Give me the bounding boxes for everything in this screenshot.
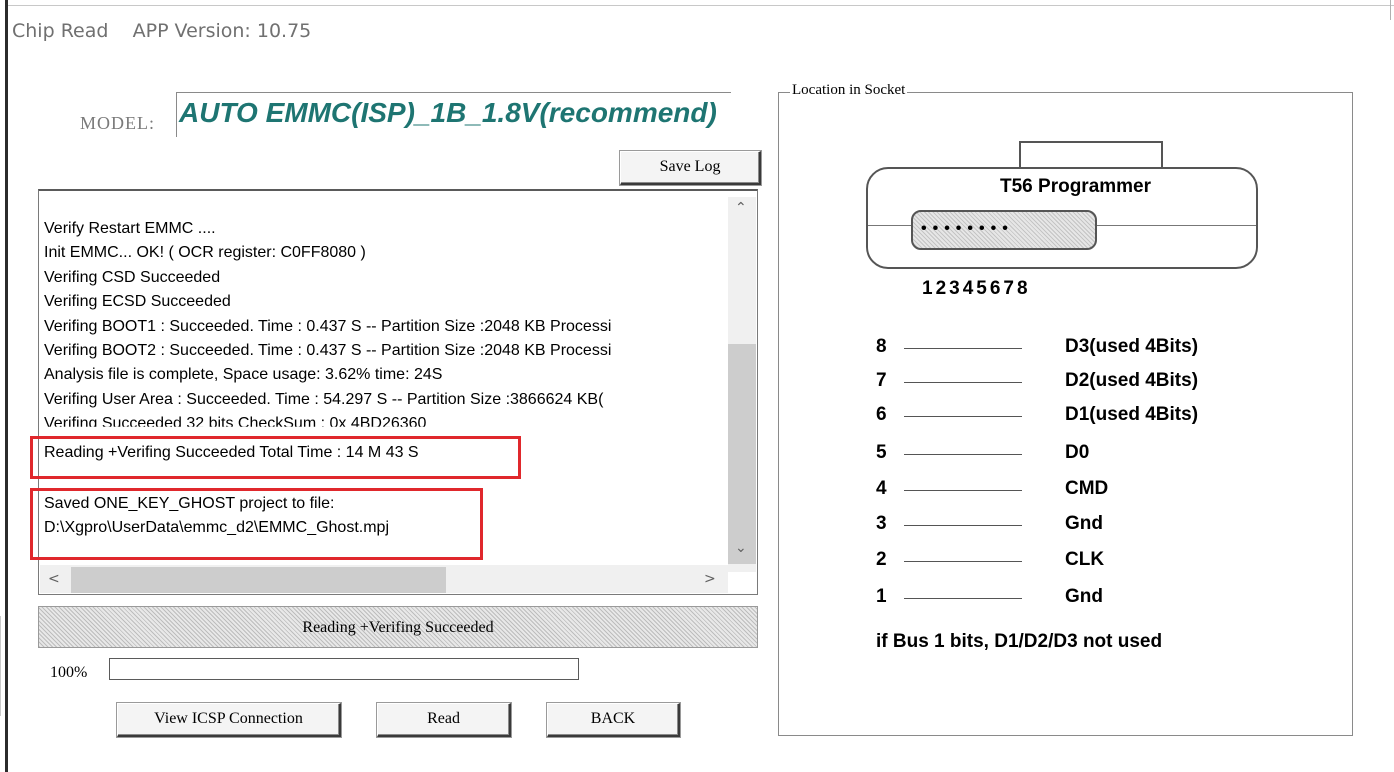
pin-label: D2(used 4Bits)	[1065, 370, 1199, 391]
status-bar: Reading +Verifing Succeeded	[38, 606, 758, 648]
log-line: Verifing BOOT2 : Succeeded. Time : 0.437…	[44, 342, 612, 359]
pin-connector-line	[904, 382, 1022, 383]
pin-connector-line	[904, 416, 1022, 417]
socket-pin-dots: ••••••••	[921, 220, 1014, 237]
progress-percent: 100%	[50, 664, 88, 681]
log-horizontal-scroll-thumb[interactable]	[71, 567, 446, 593]
model-value: AUTO EMMC(ISP)_1B_1.8V(recommend)	[179, 97, 717, 128]
pin-number: 4	[876, 478, 887, 499]
pin-connector-line	[904, 561, 1022, 562]
progress-bar	[109, 658, 579, 680]
pin-number: 7	[876, 370, 887, 391]
programmer-name: T56 Programmer	[1000, 176, 1152, 197]
scroll-left-icon[interactable]: <	[48, 571, 60, 587]
log-line: Verifing User Area : Succeeded. Time : 5…	[44, 391, 604, 408]
window-title: Chip Read APP Version: 10.75	[12, 20, 311, 42]
model-field: AUTO EMMC(ISP)_1B_1.8V(recommend)	[176, 92, 731, 137]
highlight-saved-project	[30, 488, 483, 560]
pin-label: D0	[1065, 442, 1090, 463]
socket-pin-numbers: 12345678	[922, 278, 1031, 299]
log-vertical-scroll-thumb[interactable]	[728, 344, 756, 564]
window-top-border	[8, 5, 1394, 6]
log-line: Verifing CSD Succeeded	[44, 269, 221, 286]
save-log-button[interactable]: Save Log	[620, 151, 761, 185]
window-right-edge	[1390, 0, 1391, 20]
pin-number: 1	[876, 586, 887, 607]
pin-connector-line	[904, 598, 1022, 599]
programmer-top-tab	[1019, 141, 1163, 169]
pin-number: 2	[876, 549, 887, 570]
pin-connector-line	[904, 490, 1022, 491]
status-message: Reading +Verifing Succeeded	[302, 619, 494, 636]
pin-label: Gnd	[1065, 513, 1103, 534]
log-line: Verifing ECSD Succeeded	[44, 293, 231, 310]
bus-width-note: if Bus 1 bits, D1/D2/D3 not used	[876, 631, 1163, 652]
pin-label: D3(used 4Bits)	[1065, 336, 1199, 357]
view-icsp-connection-button[interactable]: View ICSP Connection	[117, 703, 341, 737]
pin-number: 6	[876, 404, 887, 425]
model-label: MODEL:	[80, 113, 155, 133]
pin-connector-line	[904, 348, 1022, 349]
pin-number: 8	[876, 336, 887, 357]
window-title-text: Chip Read	[12, 20, 109, 42]
highlight-total-time	[30, 436, 521, 479]
log-line: Analysis file is complete, Space usage: …	[44, 366, 443, 383]
scroll-down-icon[interactable]: ⌄	[735, 540, 747, 556]
log-line: Verifing Succeeded 32 bits CheckSum : 0x…	[44, 415, 427, 432]
log-line: Verify Restart EMMC ....	[44, 220, 216, 237]
back-button[interactable]: BACK	[547, 703, 680, 737]
pin-connector-line	[904, 454, 1022, 455]
scroll-up-icon[interactable]: ⌃	[735, 200, 747, 216]
app-version: APP Version: 10.75	[132, 20, 312, 42]
log-line: Init EMMC... OK! ( OCR register: C0FF808…	[44, 244, 366, 261]
scroll-right-icon[interactable]: >	[704, 571, 716, 587]
pin-label: Gnd	[1065, 586, 1103, 607]
pin-label: D1(used 4Bits)	[1065, 404, 1199, 425]
window-edge-line	[0, 616, 1, 716]
pin-label: CMD	[1065, 478, 1109, 499]
pin-number: 5	[876, 442, 887, 463]
progress-fill	[110, 659, 578, 679]
socket-group-title: Location in Socket	[790, 82, 908, 99]
pin-connector-line	[904, 525, 1022, 526]
log-line: Verifing BOOT1 : Succeeded. Time : 0.437…	[44, 318, 612, 335]
pin-number: 3	[876, 513, 887, 534]
pin-label: CLK	[1065, 549, 1105, 570]
read-button[interactable]: Read	[377, 703, 511, 737]
window-left-border	[5, 0, 8, 772]
